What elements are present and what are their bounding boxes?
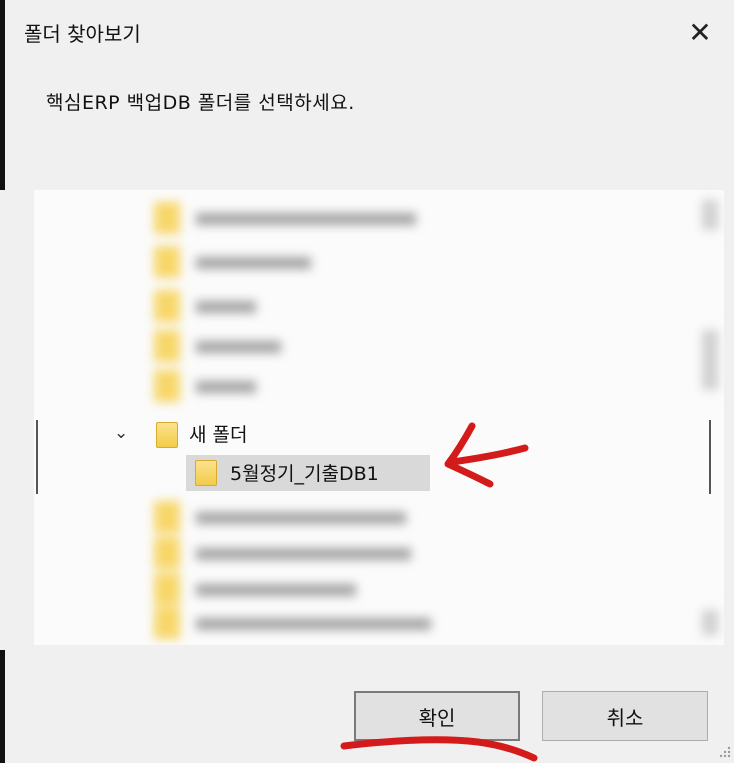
annotation-underline-stroke xyxy=(340,736,538,762)
blurred-label xyxy=(196,381,256,393)
dialog-titlebar: 폴더 찾아보기 ✕ xyxy=(0,0,734,64)
annotation-arrow-stroke xyxy=(444,422,529,488)
tree-item-label: 새 폴더 xyxy=(189,424,248,446)
folder-icon xyxy=(154,202,180,234)
blurred-label xyxy=(196,584,356,596)
dialog-description: 핵심ERP 백업DB 폴더를 선택하세요. xyxy=(46,92,355,114)
scrollbar-arrow[interactable] xyxy=(702,200,718,230)
list-item[interactable] xyxy=(154,501,554,533)
folder-icon xyxy=(154,290,180,322)
scrollbar-arrow[interactable] xyxy=(702,610,718,635)
close-icon: ✕ xyxy=(688,15,712,49)
folder-icon xyxy=(156,422,178,448)
cancel-button[interactable]: 취소 xyxy=(542,691,708,741)
dialog-title: 폴더 찾아보기 xyxy=(24,22,141,46)
resize-grip-icon[interactable] xyxy=(718,745,732,759)
folder-icon xyxy=(154,573,180,605)
window-edge xyxy=(0,650,5,763)
folder-icon xyxy=(154,607,180,639)
blurred-label xyxy=(196,512,406,524)
blurred-folder-list xyxy=(34,495,724,645)
chevron-down-icon[interactable]: ⌄ xyxy=(114,423,128,443)
list-item[interactable] xyxy=(154,290,554,322)
blurred-label xyxy=(196,618,431,630)
list-item[interactable] xyxy=(154,573,554,605)
list-item[interactable] xyxy=(154,537,554,569)
blurred-folder-list xyxy=(34,190,724,405)
folder-tree[interactable]: ⌄ 새 폴더 5월정기_기출DB1 xyxy=(34,190,724,645)
tree-item-new-folder[interactable]: ⌄ 새 폴더 xyxy=(34,418,724,452)
blurred-label xyxy=(196,341,281,353)
folder-icon xyxy=(195,460,217,486)
folder-icon xyxy=(154,246,180,278)
list-item[interactable] xyxy=(154,607,554,639)
annotation-arrow xyxy=(444,422,529,488)
close-button[interactable]: ✕ xyxy=(676,8,724,56)
tree-item-selected[interactable]: 5월정기_기출DB1 xyxy=(34,455,724,491)
list-item[interactable] xyxy=(154,246,554,278)
folder-icon xyxy=(154,501,180,533)
folder-icon xyxy=(154,330,180,362)
list-item[interactable] xyxy=(154,330,554,362)
folder-icon xyxy=(154,537,180,569)
blurred-label xyxy=(196,548,411,560)
blurred-label xyxy=(196,213,416,225)
blurred-label xyxy=(196,257,311,269)
blurred-label xyxy=(196,301,256,313)
list-item[interactable] xyxy=(154,370,554,402)
folder-icon xyxy=(154,370,180,402)
annotation-underline xyxy=(340,736,538,762)
list-item[interactable] xyxy=(154,202,554,234)
tree-item-label: 5월정기_기출DB1 xyxy=(230,463,379,485)
scrollbar-thumb[interactable] xyxy=(702,330,718,390)
